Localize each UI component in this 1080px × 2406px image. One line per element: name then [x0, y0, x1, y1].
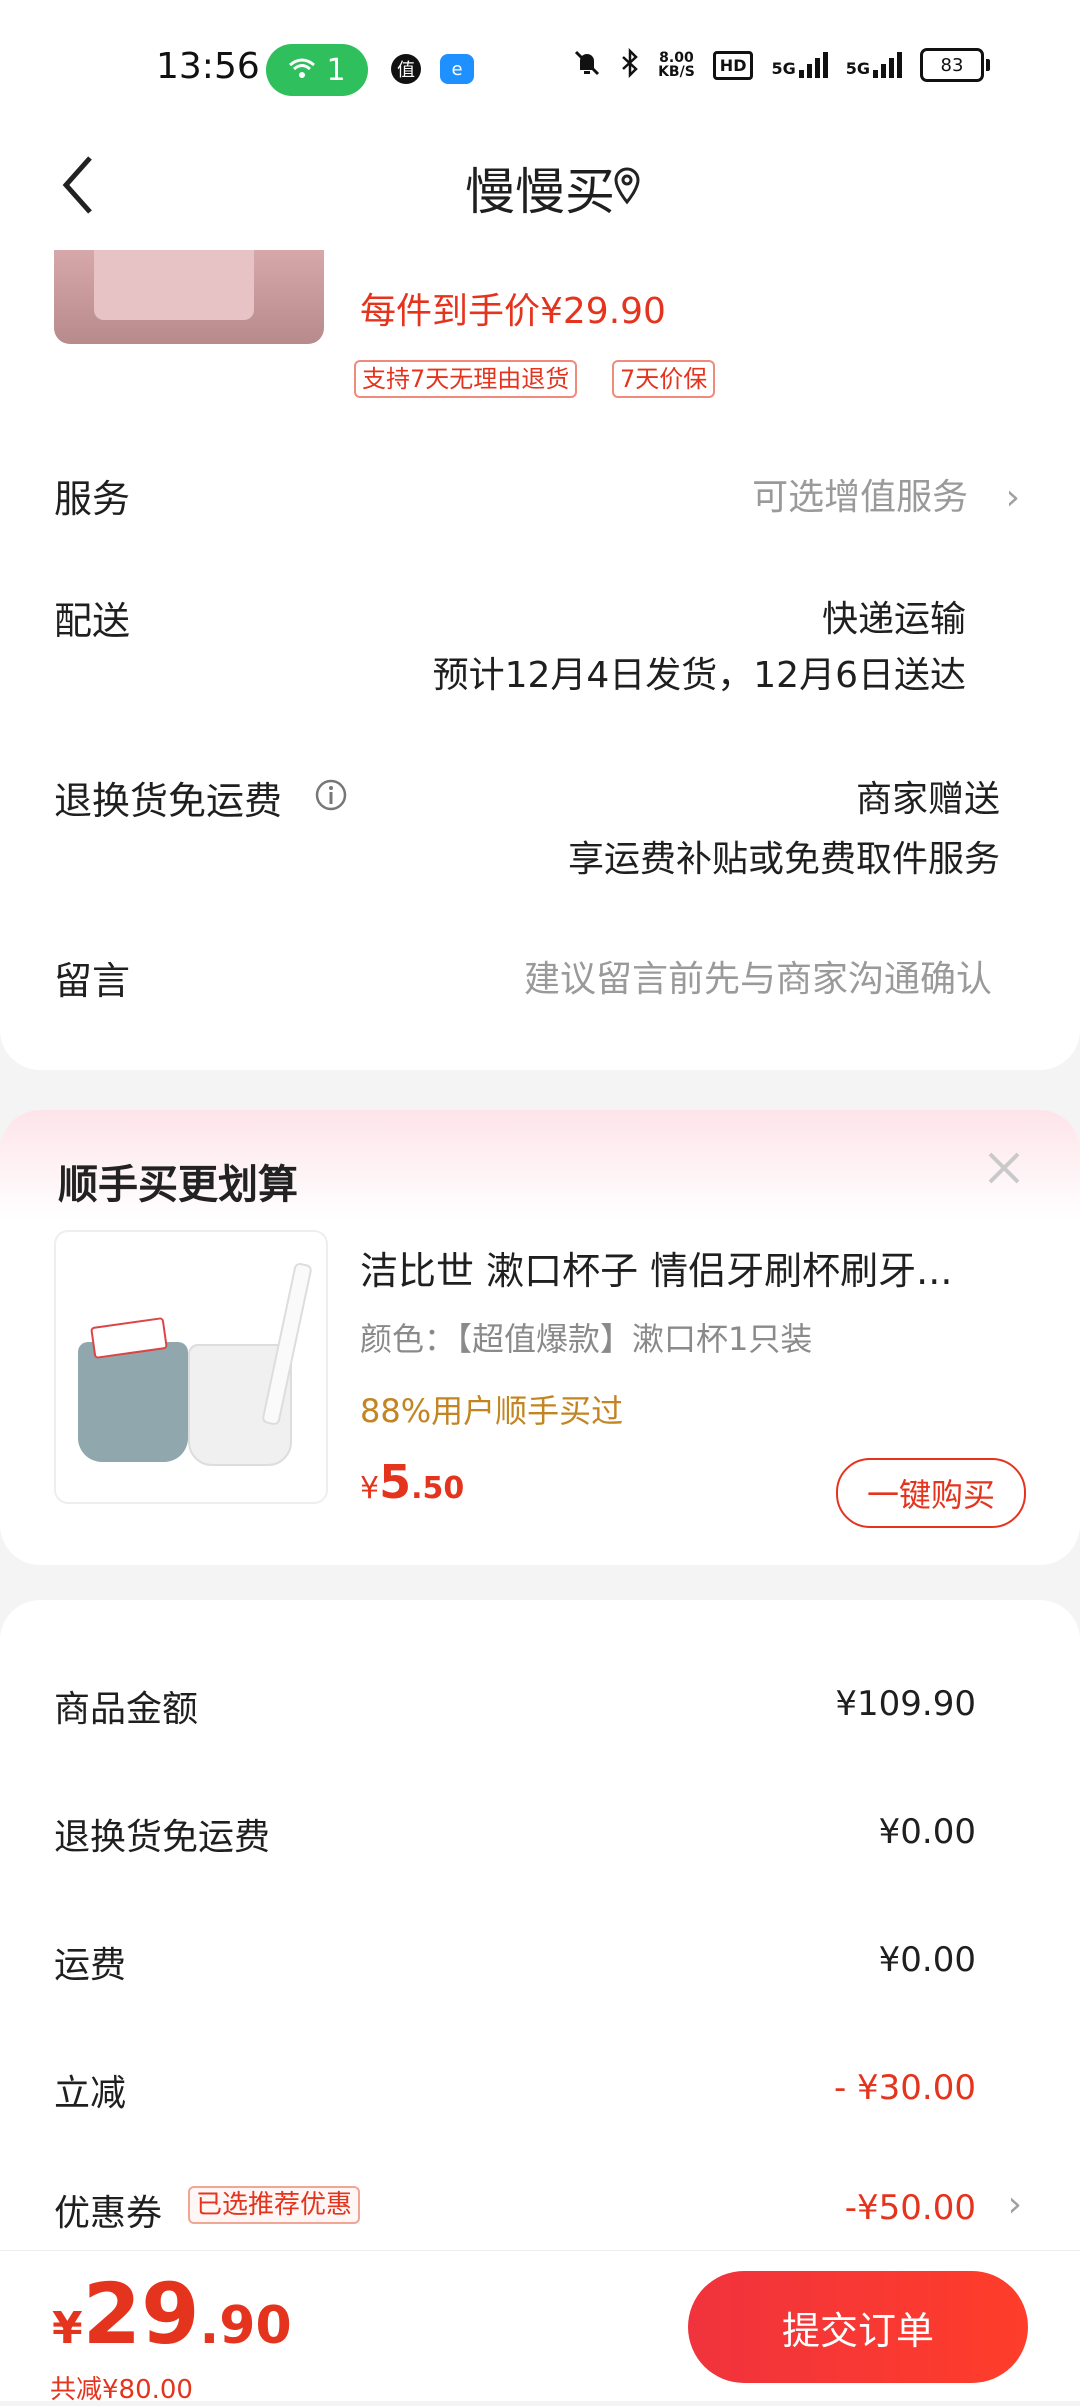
summary-value-goods: ¥109.90 — [835, 1684, 976, 1724]
status-bar: 13:56 1 值 e 8.00 KB/S HD 5G 5G 83 — [0, 0, 1080, 130]
signal-2-label: 5G — [845, 59, 870, 78]
return-shipping-desc: 享运费补贴或免费取件服务 — [567, 839, 1000, 880]
summary-label-discount: 立减 — [54, 2073, 127, 2114]
notification-app-icon: 值 — [391, 54, 421, 84]
total-price-dec: .90 — [199, 2296, 292, 2356]
chevron-right-icon: › — [1005, 477, 1020, 518]
service-label: 服务 — [54, 477, 131, 521]
top-nav: 慢慢买 — [0, 130, 1080, 250]
addon-product-image[interactable] — [54, 1230, 328, 1504]
chevron-right-icon[interactable]: › — [1008, 2184, 1022, 2225]
product-thumbnail[interactable] — [54, 250, 324, 344]
summary-label-coupon: 优惠券 — [54, 2193, 163, 2234]
hd-voice-icon: HD — [712, 50, 754, 80]
location-button[interactable] — [612, 166, 642, 210]
summary-value-discount: - ¥30.00 — [833, 2068, 976, 2108]
return-policy-badge: 支持7天无理由退货 — [354, 360, 578, 398]
page-title: 慢慢买 — [465, 163, 615, 221]
addon-price: ¥5.50 — [360, 1455, 464, 1509]
summary-value-shipping: ¥0.00 — [878, 1940, 976, 1980]
addon-title: 顺手买更划算 — [58, 1162, 298, 1208]
status-time: 13:56 — [156, 46, 260, 87]
addon-price-symbol: ¥ — [360, 1471, 380, 1506]
net-speed: 8.00 KB/S — [658, 51, 695, 79]
status-indicators: 8.00 KB/S HD 5G 5G 83 — [572, 47, 990, 82]
addon-product-spec: 颜色：【超值爆款】漱口杯1只装 — [360, 1320, 813, 1358]
message-label: 留言 — [54, 959, 131, 1003]
info-icon — [315, 779, 347, 811]
total-price-symbol: ¥ — [52, 2303, 83, 2354]
net-speed-unit: KB/S — [658, 64, 695, 80]
price-summary-card: 商品金额 ¥109.90 退换货免运费 ¥0.00 运费 ¥0.00 立减 - … — [0, 1600, 1080, 2260]
location-pin-icon — [614, 167, 640, 205]
addon-price-dec: .50 — [411, 1471, 465, 1506]
bottom-bar: ¥29.90 共减¥80.00 提交订单 — [0, 2250, 1080, 2405]
close-icon — [988, 1152, 1020, 1184]
cup-image-part — [78, 1342, 188, 1462]
addon-buy-stat: 88%用户顺手买过 — [360, 1392, 624, 1430]
signal-5g-1-icon: 5G — [771, 52, 828, 78]
wifi-count: 1 — [326, 52, 346, 88]
mute-bell-icon — [572, 48, 602, 82]
coupon-recommended-badge: 已选推荐优惠 — [188, 2186, 361, 2224]
addon-product-name[interactable]: 洁比世 漱口杯子 情侣牙刷杯刷牙... — [360, 1240, 1000, 1295]
return-shipping-value: 商家赠送 — [855, 779, 1000, 820]
total-saved: 共减¥80.00 — [50, 2375, 193, 2405]
summary-value-coupon: -¥50.00 — [844, 2188, 976, 2228]
addon-close-button[interactable] — [984, 1142, 1024, 1200]
bluetooth-icon — [620, 47, 640, 82]
summary-value-return: ¥0.00 — [878, 1812, 976, 1852]
return-shipping-label: 退换货免运费 — [54, 779, 283, 823]
addon-card: 顺手买更划算 洁比世 漱口杯子 情侣牙刷杯刷牙... 颜色：【超值爆款】漱口杯1… — [0, 1110, 1080, 1565]
chevron-left-icon — [62, 156, 92, 214]
info-button[interactable] — [314, 778, 348, 816]
submit-order-button[interactable]: 提交订单 — [688, 2271, 1028, 2383]
total-price-int: 29 — [82, 2265, 200, 2363]
delivery-label: 配送 — [54, 599, 131, 643]
signal-1-label: 5G — [771, 59, 796, 78]
addon-price-int: 5 — [379, 1455, 412, 1509]
wifi-hotspot-pill: 1 — [266, 44, 368, 96]
notification-app-icon-2: e — [440, 54, 474, 84]
summary-label-shipping: 运费 — [54, 1945, 127, 1986]
battery-cap — [986, 59, 990, 71]
product-image-stand — [94, 250, 254, 320]
product-unit-price: 每件到手价¥29.90 — [360, 291, 666, 332]
battery-icon: 83 — [920, 48, 984, 82]
back-button[interactable] — [58, 150, 98, 235]
service-row[interactable]: 可选增值服务 › — [752, 468, 1020, 520]
summary-label-goods: 商品金额 — [54, 1689, 199, 1730]
total-price: ¥29.90 — [52, 2265, 292, 2363]
service-value: 可选增值服务 — [752, 477, 969, 518]
delivery-eta: 预计12月4日发货，12月6日送达 — [432, 655, 966, 696]
wifi-icon — [288, 53, 316, 88]
message-input[interactable]: 建议留言前先与商家沟通确认 — [524, 950, 992, 1002]
signal-5g-2-icon: 5G — [846, 52, 902, 78]
price-protect-badge: 7天价保 — [612, 360, 716, 398]
one-click-buy-button[interactable]: 一键购买 — [836, 1458, 1026, 1528]
net-speed-value: 8.00 — [659, 50, 694, 66]
summary-label-return: 退换货免运费 — [54, 1817, 271, 1858]
delivery-method: 快递运输 — [821, 599, 966, 640]
order-details-card: 每件到手价¥29.90 支持7天无理由退货 7天价保 服务 可选增值服务 › 配… — [0, 250, 1080, 1070]
coupon-row[interactable]: -¥50.00 — [845, 2188, 976, 2228]
